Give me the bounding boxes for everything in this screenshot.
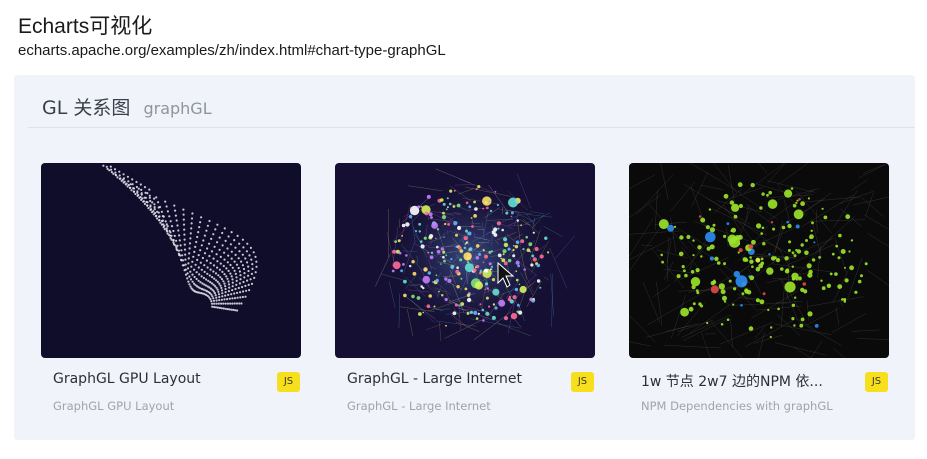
card-description: GraphGL - Large Internet [347, 399, 491, 413]
example-card-graphgl-large-internet[interactable]: GraphGL - Large Internet JS GraphGL - La… [335, 163, 595, 418]
card-thumbnail[interactable] [335, 163, 595, 358]
example-card-graphgl-gpu-layout[interactable]: GraphGL GPU Layout JS GraphGL GPU Layout [41, 163, 301, 418]
js-badge: JS [571, 372, 594, 392]
section-title: GL 关系图 [42, 97, 131, 119]
card-title[interactable]: 1w 节点 2w7 边的NPM 依... [641, 371, 841, 391]
card-title[interactable]: GraphGL GPU Layout [53, 371, 253, 387]
section-subtitle: graphGL [143, 99, 212, 118]
example-card-npm-dependencies[interactable]: 1w 节点 2w7 边的NPM 依... JS NPM Dependencies… [629, 163, 889, 418]
section-divider [28, 127, 915, 128]
card-title[interactable]: GraphGL - Large Internet [347, 371, 547, 387]
card-description: NPM Dependencies with graphGL [641, 399, 833, 413]
js-badge: JS [277, 372, 300, 392]
examples-panel: GL 关系图 graphGL GraphGL GPU Layout JS Gra… [14, 75, 915, 440]
slide: Echarts可视化 echarts.apache.org/examples/z… [0, 0, 927, 459]
section-header: GL 关系图 graphGL [42, 93, 212, 120]
js-badge: JS [865, 372, 888, 392]
card-thumbnail[interactable] [629, 163, 889, 358]
card-description: GraphGL GPU Layout [53, 399, 175, 413]
card-thumbnail[interactable] [41, 163, 301, 358]
slide-title: Echarts可视化 [18, 15, 153, 38]
slide-url: echarts.apache.org/examples/zh/index.htm… [18, 42, 446, 59]
